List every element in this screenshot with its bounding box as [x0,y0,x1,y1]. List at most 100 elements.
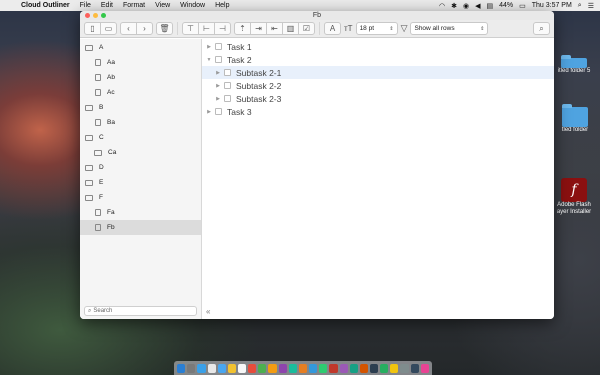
row-checkbox[interactable] [224,82,231,89]
dock-app-icon[interactable] [278,363,287,373]
outline-row[interactable]: ▶ Subtask 2-2 [202,79,554,92]
dock-app-icon[interactable] [237,363,247,373]
sidebar-item[interactable]: F [80,190,201,205]
sidebar-item[interactable]: Ba [80,115,201,130]
columns-button[interactable]: ▥ [282,22,299,35]
text-style-button[interactable]: A [324,22,341,35]
dock-app-icon[interactable] [370,363,379,373]
collapse-sidebar-icon[interactable]: « [206,307,210,316]
outline-row-label[interactable]: Task 2 [227,55,252,65]
dock-app-icon[interactable] [390,363,399,373]
add-child-button[interactable]: ⊢ [198,22,215,35]
dock-app-icon[interactable] [420,363,429,373]
sidebar-item[interactable]: Ab [80,70,201,85]
dock-app-icon[interactable] [187,363,196,373]
disclosure-right-icon[interactable]: ▶ [205,44,213,50]
dock-app-icon[interactable] [217,363,226,373]
outline-row[interactable]: ▶ Subtask 2-1 [202,66,554,79]
sidebar-item[interactable]: Ca [80,145,201,160]
outline-row-label[interactable]: Subtask 2-1 [236,68,281,78]
sidebar-item[interactable]: D [80,160,201,175]
forward-button[interactable]: › [136,22,153,35]
dock-app-icon[interactable] [410,363,419,373]
new-document-button[interactable]: ▯ [84,22,101,35]
dock-app-icon[interactable] [309,363,318,373]
dock-app-icon[interactable] [349,363,358,373]
back-button[interactable]: ‹ [120,22,137,35]
record-icon[interactable]: ◉ [463,2,469,10]
menu-help[interactable]: Help [210,2,234,9]
clock[interactable]: Thu 3:57 PM [532,2,572,9]
desktop-folder-2[interactable]: tled folder [550,104,600,134]
search-icon[interactable]: ⌕ [578,2,582,10]
indent-button[interactable]: ⇥ [250,22,267,35]
menu-window[interactable]: Window [175,2,210,9]
outline-row-label[interactable]: Task 1 [227,42,252,52]
sidebar-item[interactable]: B [80,100,201,115]
dock-app-icon[interactable] [197,363,206,373]
dock-app-icon[interactable] [268,363,277,373]
dock-app-icon[interactable] [380,363,389,373]
dock-app-icon[interactable] [227,363,236,373]
desktop-flash-installer[interactable]: f Adobe Flash ayer Installer [548,178,600,216]
title-bar[interactable]: Fb [80,11,554,20]
outline-row-label[interactable]: Subtask 2-3 [236,94,281,104]
row-checkbox[interactable] [224,95,231,102]
delete-button[interactable]: 🗑 [156,22,173,35]
bluetooth-icon[interactable]: ✱ [451,2,457,10]
search-button[interactable]: ⌕ [533,22,550,35]
notification-center-icon[interactable]: ☰ [588,2,594,10]
menu-edit[interactable]: Edit [96,2,118,9]
sidebar-search-input[interactable]: ⌕ Search [84,306,197,316]
wifi-icon[interactable]: ◠ [439,2,445,10]
flag-icon[interactable]: ▤ [486,2,493,10]
font-size-select[interactable]: 18 pt ⇕ [355,22,398,35]
disclosure-down-icon[interactable]: ▼ [205,57,213,63]
disclosure-right-icon[interactable]: ▶ [205,109,213,115]
outline-row[interactable]: ▶ Subtask 2-3 [202,92,554,105]
outline-row-label[interactable]: Task 3 [227,107,252,117]
dock-app-icon[interactable] [177,363,186,373]
outline-row-label[interactable]: Subtask 2-2 [236,81,281,91]
disclosure-right-icon[interactable]: ▶ [214,96,222,102]
sidebar-item[interactable]: C [80,130,201,145]
sidebar-item[interactable]: Fb [80,220,201,235]
sidebar-item[interactable]: E [80,175,201,190]
zoom-button[interactable] [101,13,106,18]
dock-app-icon[interactable] [359,363,369,373]
volume-icon[interactable]: ◀ [475,2,480,10]
dock-app-icon[interactable] [258,363,267,373]
dock-app-icon[interactable] [339,363,348,373]
add-sibling-button[interactable]: ⊤ [182,22,199,35]
dock-app-icon[interactable] [248,363,257,373]
menu-format[interactable]: Format [118,2,150,9]
sidebar-item[interactable]: A [80,40,201,55]
app-menu[interactable]: Cloud Outliner [16,2,75,9]
sidebar-item[interactable]: Ac [80,85,201,100]
row-filter-select[interactable]: Show all rows ⇕ [410,22,489,35]
outdent-button[interactable]: ⇤ [266,22,283,35]
row-checkbox[interactable] [215,43,222,50]
dock-app-icon[interactable] [207,363,216,373]
disclosure-right-icon[interactable]: ▶ [214,83,222,89]
menu-file[interactable]: File [75,2,96,9]
row-checkbox[interactable] [215,108,222,115]
row-checkbox[interactable] [215,56,222,63]
sidebar-item[interactable]: Fa [80,205,201,220]
sidebar-item[interactable]: Aa [80,55,201,70]
outline-row[interactable]: ▼ Task 2 [202,53,554,66]
dock-app-icon[interactable] [319,363,328,373]
add-parent-button[interactable]: ⊣ [214,22,231,35]
dock-app-icon[interactable] [288,363,297,373]
battery-percent[interactable]: 44% [499,2,513,9]
dock-app-icon[interactable] [400,363,409,373]
checkbox-toggle-button[interactable]: ☑ [298,22,315,35]
menu-view[interactable]: View [150,2,175,9]
dock-app-icon[interactable] [329,363,338,373]
new-folder-button[interactable]: ▭ [100,22,117,35]
desktop-folder-1[interactable]: itled folder 5 [548,55,600,75]
battery-icon[interactable]: ▭ [519,2,526,10]
close-button[interactable] [85,13,90,18]
minimize-button[interactable] [93,13,98,18]
disclosure-right-icon[interactable]: ▶ [214,70,222,76]
